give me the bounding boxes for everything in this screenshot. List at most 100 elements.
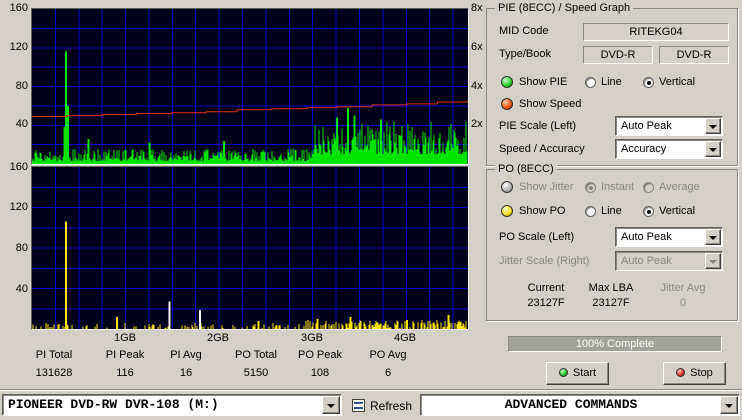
pie-scale-combo-button[interactable] <box>705 118 721 134</box>
speed-y-tick: 2x <box>471 118 483 130</box>
stat-pi-total: PI Total 131628 <box>18 349 90 379</box>
po-vertical-label[interactable]: Vertical <box>659 205 695 218</box>
pie-line-radio[interactable] <box>585 77 596 88</box>
stop-button[interactable]: Stop <box>663 362 726 385</box>
speed-y-tick: 4x <box>471 80 483 92</box>
po-y-tick: 80 <box>15 242 28 254</box>
speed-accuracy-label: Speed / Accuracy <box>499 143 585 155</box>
jitter-scale-combo: Auto Peak <box>615 251 723 271</box>
po-line-radio[interactable] <box>585 206 596 217</box>
po-scale-combo-button[interactable] <box>705 229 721 245</box>
jitter-instant-radio <box>585 182 596 193</box>
refresh-label[interactable]: Refresh <box>370 400 412 413</box>
x-tick: 2GB <box>206 332 229 344</box>
advanced-commands-button[interactable] <box>720 396 738 414</box>
pie-y-tick: 80 <box>15 80 28 92</box>
pie-panel-title: PIE (8ECC) / Speed Graph <box>495 2 634 15</box>
x-tick: 4GB <box>393 332 416 344</box>
speed-y-tick: 8x <box>471 2 483 14</box>
speed-accuracy-value: Accuracy <box>621 143 667 155</box>
po-panel: PO (8ECC) Show Jitter Instant Average Sh… <box>486 163 738 321</box>
show-pie-led-icon[interactable] <box>501 76 513 88</box>
po-y-tick: 120 <box>9 201 28 213</box>
stat-po-avg: PO Avg 6 <box>352 349 424 379</box>
speed-accuracy-combo-button[interactable] <box>705 141 721 157</box>
stat-label: PI Total <box>35 349 73 361</box>
jitter-scale-combo-button <box>705 253 721 269</box>
stat-label: PI Avg <box>170 349 202 361</box>
max-lba-value: 23127F <box>592 297 630 309</box>
chevron-down-icon <box>709 236 717 240</box>
show-jitter-led-icon <box>501 181 513 193</box>
pie-panel: PIE (8ECC) / Speed Graph MID Code RITEKG… <box>486 2 738 166</box>
pie-y-tick: 160 <box>9 2 28 14</box>
pie-speed-graph <box>31 8 469 165</box>
po-vertical-radio[interactable] <box>643 206 654 217</box>
jitter-avg-label: Jitter Avg <box>660 282 706 294</box>
jitter-average-radio <box>643 182 654 193</box>
stat-label: PO Peak <box>297 349 343 361</box>
po-scale-value: Auto Peak <box>621 231 672 243</box>
chevron-down-icon <box>709 125 717 129</box>
pie-vertical-label[interactable]: Vertical <box>659 76 695 89</box>
stat-pi-avg: PI Avg 16 <box>150 349 222 379</box>
stop-button-label: Stop <box>690 367 713 379</box>
chevron-down-icon <box>327 404 335 408</box>
jitter-scale-value: Auto Peak <box>621 255 672 267</box>
current-label: Current <box>527 282 565 294</box>
pie-vertical-radio[interactable] <box>643 77 654 88</box>
po-scale-label: PO Scale (Left) <box>499 231 575 243</box>
stat-label: PO Total <box>235 349 277 361</box>
po-scale-combo[interactable]: Auto Peak <box>615 227 723 247</box>
stat-value: 108 <box>310 367 330 379</box>
speed-accuracy-combo[interactable]: Accuracy <box>615 139 723 159</box>
refresh-icon[interactable] <box>352 399 365 412</box>
progress-bar: 100% Complete <box>508 336 722 352</box>
speed-y-tick: 6x <box>471 41 483 53</box>
advanced-commands-select[interactable]: ADVANCED COMMANDS <box>420 394 740 416</box>
max-lba-label: Max LBA <box>588 282 634 294</box>
po-y-tick: 160 <box>9 161 28 173</box>
pie-scale-value: Auto Peak <box>621 120 672 132</box>
stat-po-total: PO Total 5150 <box>220 349 292 379</box>
current-value: 23127F <box>527 297 565 309</box>
advanced-commands-value: ADVANCED COMMANDS <box>504 397 638 412</box>
type-value-1: DVD-R <box>583 46 653 64</box>
stop-dot-icon <box>676 368 686 377</box>
jitter-average-label: Average <box>659 181 700 193</box>
start-dot-icon <box>558 368 568 377</box>
jitter-scale-label: Jitter Scale (Right) <box>499 255 590 267</box>
show-jitter-label: Show Jitter <box>519 181 574 193</box>
start-button-label: Start <box>572 367 597 379</box>
mid-code-label: MID Code <box>499 25 549 37</box>
chevron-down-icon <box>709 148 717 152</box>
chevron-down-icon <box>725 404 733 408</box>
po-y-tick: 40 <box>15 283 28 295</box>
po-panel-title: PO (8ECC) <box>495 163 557 176</box>
start-button[interactable]: Start <box>546 362 609 385</box>
po-line-label[interactable]: Line <box>601 205 622 218</box>
pie-line-label[interactable]: Line <box>601 76 622 89</box>
drive-select[interactable]: PIONEER DVD-RW DVR-108 (M:) <box>2 394 342 416</box>
pie-y-tick: 120 <box>9 41 28 53</box>
stat-po-peak: PO Peak 108 <box>284 349 356 379</box>
drive-select-button[interactable] <box>322 396 340 414</box>
x-tick: 3GB <box>300 332 323 344</box>
show-speed-label: Show Speed <box>519 98 582 110</box>
show-po-led-icon[interactable] <box>501 205 513 217</box>
show-po-label: Show PO <box>519 205 566 217</box>
drive-select-value: PIONEER DVD-RW DVR-108 (M:) <box>8 397 219 412</box>
show-pie-label: Show PIE <box>519 76 568 88</box>
po-graph <box>31 166 469 330</box>
show-speed-led-icon[interactable] <box>501 98 513 110</box>
stat-value: 5150 <box>243 367 269 379</box>
pie-y-tick: 40 <box>15 118 28 130</box>
type-book-label: Type/Book <box>499 48 551 60</box>
mid-code-value: RITEKG04 <box>583 23 729 41</box>
chevron-down-icon <box>709 260 717 264</box>
stat-value: 16 <box>179 367 193 379</box>
jitter-instant-label: Instant <box>601 181 635 193</box>
pie-scale-label: PIE Scale (Left) <box>499 120 577 132</box>
stat-label: PO Avg <box>369 349 407 361</box>
pie-scale-combo[interactable]: Auto Peak <box>615 116 723 136</box>
